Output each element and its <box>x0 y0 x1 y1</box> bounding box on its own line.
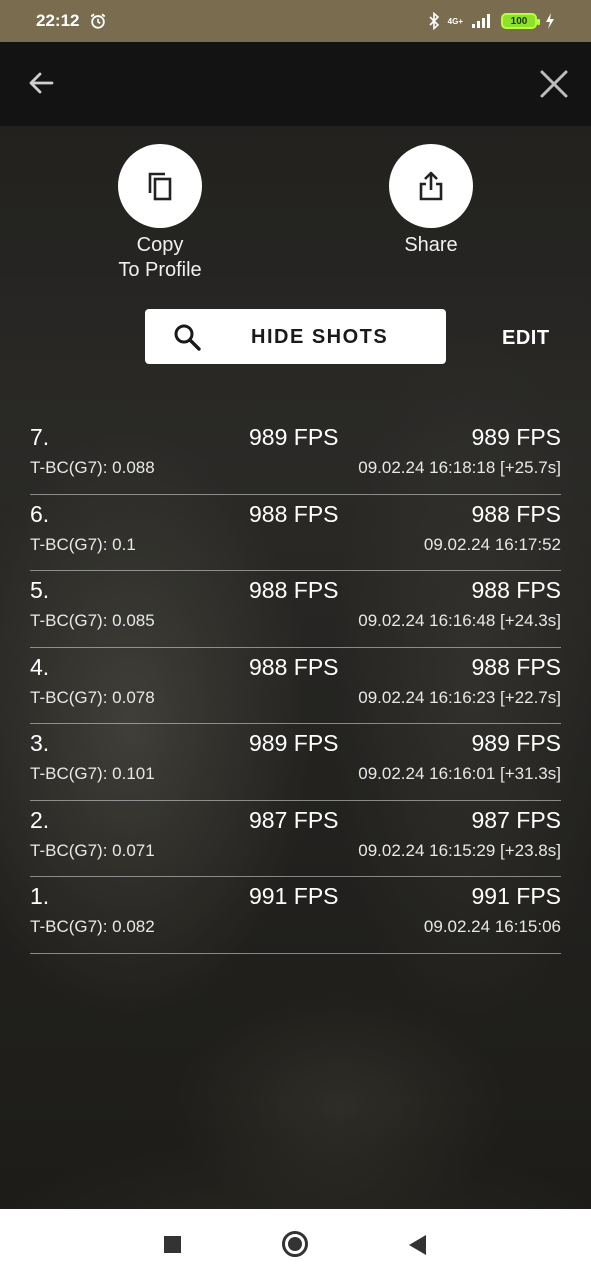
shot-bc: T-BC(G7): 0.101 <box>30 764 155 783</box>
shot-timestamp: 09.02.24 16:15:29 [+23.8s] <box>358 840 561 860</box>
shot-row-6[interactable]: 6. 988 FPS 988 FPS T-BC(G7): 0.1 09.02.2… <box>30 495 562 571</box>
shot-fps-secondary: 988 FPS <box>471 500 562 527</box>
copy-button[interactable] <box>118 144 202 228</box>
shot-bc: T-BC(G7): 0.088 <box>30 458 155 477</box>
status-icons: 4G+ 100 <box>428 12 555 30</box>
arrow-left-icon[interactable] <box>24 66 58 100</box>
copy-icon <box>148 172 172 201</box>
share-label: Share <box>404 234 458 256</box>
shot-number: 1. <box>30 883 50 909</box>
shot-fps-secondary: 989 FPS <box>471 424 562 450</box>
shot-timestamp: 09.02.24 16:16:01 [+31.3s] <box>358 764 561 783</box>
shot-timestamp: 09.02.24 16:15:06 <box>423 917 561 936</box>
shot-fps: 987 FPS <box>249 806 339 833</box>
search-icon <box>174 324 201 351</box>
back-triangle-icon[interactable] <box>407 1234 427 1256</box>
shot-fps-secondary: 988 FPS <box>471 577 562 603</box>
shot-fps-secondary: 989 FPS <box>471 730 562 756</box>
shot-timestamp: 09.02.24 16:18:18 [+25.7s] <box>358 458 561 477</box>
shot-row-2[interactable]: 2. 987 FPS 987 FPS T-BC(G7): 0.071 09.02… <box>30 801 562 877</box>
shot-fps-secondary: 987 FPS <box>471 806 562 833</box>
copy-to-profile-action[interactable]: Copy To Profile <box>90 144 230 283</box>
shot-number: 5. <box>30 577 50 603</box>
navigation-bar <box>0 1209 591 1280</box>
copy-label-line1: Copy <box>136 234 184 256</box>
alarm-icon <box>91 13 106 29</box>
shot-fps: 988 FPS <box>249 500 339 527</box>
shot-number: 7. <box>30 424 50 450</box>
shot-fps: 991 FPS <box>249 883 339 909</box>
shot-bc: T-BC(G7): 0.085 <box>30 611 155 630</box>
shot-bc: T-BC(G7): 0.078 <box>30 687 155 707</box>
shot-row-1[interactable]: 1. 991 FPS 991 FPS T-BC(G7): 0.082 09.02… <box>30 877 561 954</box>
shot-bc: T-BC(G7): 0.1 <box>30 534 136 554</box>
shot-list: 7. 989 FPS 989 FPS T-BC(G7): 0.088 09.02… <box>30 418 561 954</box>
shot-number: 6. <box>30 500 50 527</box>
shot-bc: T-BC(G7): 0.082 <box>30 917 155 936</box>
shot-fps: 989 FPS <box>249 730 339 756</box>
shot-number: 2. <box>30 806 50 833</box>
shot-timestamp: 09.02.24 16:17:52 <box>423 534 561 554</box>
shot-number: 3. <box>30 730 50 756</box>
share-action[interactable]: Share <box>361 144 501 258</box>
edit-button[interactable]: EDIT <box>502 327 550 350</box>
app-bar <box>0 42 591 126</box>
share-icon <box>419 171 443 201</box>
shot-row-3[interactable]: 3. 989 FPS 989 FPS T-BC(G7): 0.101 09.02… <box>30 724 561 801</box>
shot-fps: 988 FPS <box>249 577 339 603</box>
shot-fps: 989 FPS <box>249 424 339 450</box>
shot-row-7[interactable]: 7. 989 FPS 989 FPS T-BC(G7): 0.088 09.02… <box>30 418 561 495</box>
status-time: 22:12 <box>36 11 80 30</box>
copy-label-line2: To Profile <box>118 259 202 281</box>
shot-bc: T-BC(G7): 0.071 <box>30 840 155 860</box>
shot-fps-secondary: 988 FPS <box>471 653 562 680</box>
status-bar: 22:12 4G+ 100 <box>0 0 591 42</box>
shot-fps: 988 FPS <box>249 653 339 680</box>
charging-icon <box>546 13 554 29</box>
battery-level: 100 <box>510 15 528 27</box>
hide-shots-button[interactable]: HIDE SHOTS <box>145 309 446 364</box>
copy-label: Copy To Profile <box>90 233 230 283</box>
network-type: 4G+ <box>447 16 463 26</box>
shot-row-4[interactable]: 4. 988 FPS 988 FPS T-BC(G7): 0.078 09.02… <box>30 648 562 724</box>
shot-number: 4. <box>30 653 50 680</box>
shot-row-5[interactable]: 5. 988 FPS 988 FPS T-BC(G7): 0.085 09.02… <box>30 571 561 648</box>
share-button[interactable] <box>389 144 473 228</box>
close-icon[interactable] <box>536 66 572 102</box>
home-icon[interactable] <box>282 1231 308 1257</box>
hide-shots-label: HIDE SHOTS <box>251 326 389 348</box>
shot-timestamp: 09.02.24 16:16:48 [+24.3s] <box>358 611 561 630</box>
signal-icon <box>472 14 490 28</box>
battery-indicator: 100 <box>501 13 540 29</box>
shot-timestamp: 09.02.24 16:16:23 [+22.7s] <box>358 687 561 707</box>
shot-fps-secondary: 991 FPS <box>471 883 562 909</box>
recents-icon[interactable] <box>164 1236 181 1253</box>
bluetooth-icon <box>429 12 439 30</box>
